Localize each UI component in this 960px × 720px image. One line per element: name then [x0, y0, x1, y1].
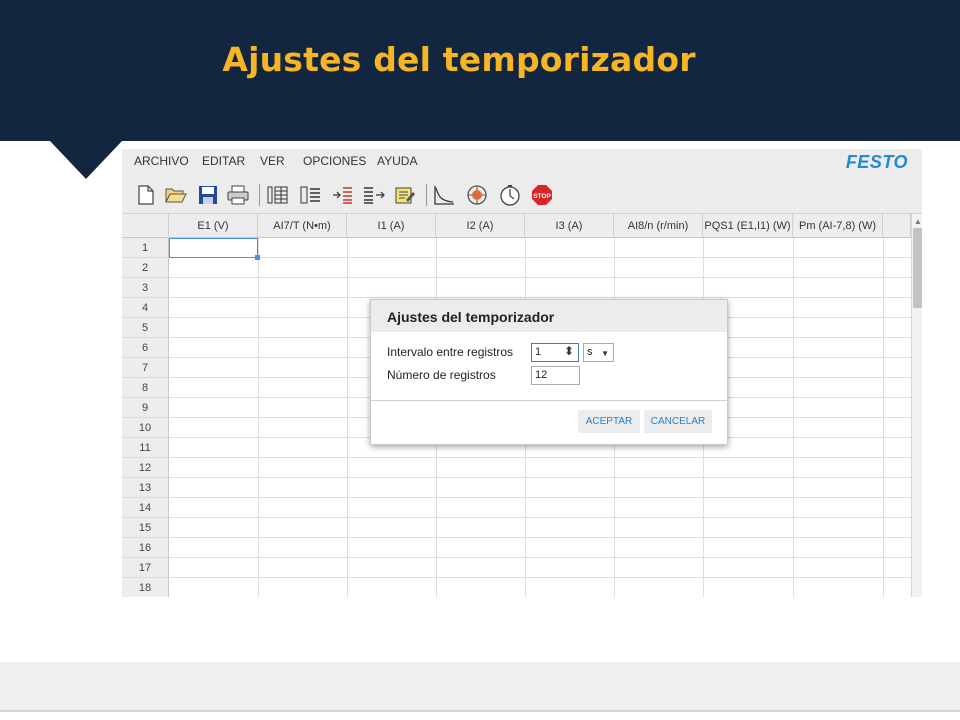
dialog-divider: [371, 400, 727, 401]
row-number[interactable]: 15: [122, 518, 169, 538]
list-icon[interactable]: [299, 183, 323, 207]
unit-select[interactable]: s ▼: [583, 343, 614, 362]
menu-bar: ARCHIVO EDITAR VER OPCIONES AYUDA FESTO: [122, 149, 922, 176]
menu-ayuda[interactable]: AYUDA: [377, 154, 417, 168]
column-header[interactable]: Pm (AI-7,8) (W): [793, 214, 883, 238]
open-folder-icon[interactable]: [164, 183, 188, 207]
timer-icon[interactable]: [498, 183, 522, 207]
row-number[interactable]: 10: [122, 418, 169, 438]
unit-value: s: [587, 346, 593, 358]
row-number[interactable]: 16: [122, 538, 169, 558]
menu-editar[interactable]: EDITAR: [202, 154, 245, 168]
row-number[interactable]: 9: [122, 398, 169, 418]
chevron-down-icon: ▼: [601, 349, 609, 358]
table-row[interactable]: [169, 538, 911, 558]
column-header[interactable]: I2 (A): [436, 214, 525, 238]
row-number[interactable]: 8: [122, 378, 169, 398]
row-number[interactable]: 12: [122, 458, 169, 478]
import-icon[interactable]: [331, 183, 355, 207]
column-header[interactable]: E1 (V): [169, 214, 258, 238]
edit-icon[interactable]: [393, 183, 417, 207]
column-header[interactable]: I3 (A): [525, 214, 614, 238]
grid-line: [883, 238, 884, 597]
grid-line: [347, 238, 348, 597]
table-row[interactable]: [169, 278, 911, 298]
scrollbar-thumb[interactable]: [913, 228, 922, 308]
grid-header: E1 (V) AI7/T (N•m) I1 (A) I2 (A) I3 (A) …: [122, 214, 922, 238]
interval-label: Intervalo entre registros: [387, 345, 514, 359]
stop-icon[interactable]: STOP: [530, 183, 554, 207]
grid-line: [793, 238, 794, 597]
count-label: Número de registros: [387, 368, 496, 382]
row-number[interactable]: 18: [122, 578, 169, 597]
accept-button[interactable]: ACEPTAR: [578, 410, 640, 433]
scroll-up-icon[interactable]: ▲: [914, 217, 922, 226]
table-row[interactable]: [169, 478, 911, 498]
spinner-up-down-icon[interactable]: ⬍: [564, 343, 574, 360]
count-value: 12: [535, 369, 548, 381]
row-number[interactable]: 3: [122, 278, 169, 298]
dialog-title: Ajustes del temporizador: [387, 309, 555, 325]
dialog-header: Ajustes del temporizador: [371, 300, 727, 332]
table-row[interactable]: [169, 578, 911, 597]
cancel-button[interactable]: CANCELAR: [644, 410, 712, 433]
column-header-empty: [883, 214, 911, 238]
columns-icon[interactable]: [266, 183, 290, 207]
row-number[interactable]: 13: [122, 478, 169, 498]
menu-ver[interactable]: VER: [260, 154, 285, 168]
fill-handle[interactable]: [255, 255, 260, 260]
festo-logo: FESTO: [845, 152, 908, 172]
toolbar-separator: [259, 184, 260, 206]
column-header[interactable]: I1 (A): [347, 214, 436, 238]
row-number[interactable]: 14: [122, 498, 169, 518]
interval-value: 1: [535, 346, 542, 358]
print-icon[interactable]: [226, 183, 250, 207]
new-file-icon[interactable]: [134, 183, 158, 207]
column-header[interactable]: PQS1 (E1,I1) (W): [703, 214, 793, 238]
banner-notch: [50, 141, 122, 179]
table-row[interactable]: [169, 558, 911, 578]
row-number[interactable]: 7: [122, 358, 169, 378]
toolbar-separator: [426, 184, 427, 206]
save-icon[interactable]: [196, 183, 220, 207]
column-header[interactable]: AI8/n (r/min): [614, 214, 703, 238]
column-header[interactable]: AI7/T (N•m): [258, 214, 347, 238]
row-number[interactable]: 1: [122, 238, 169, 258]
count-input[interactable]: 12: [531, 366, 580, 385]
slide-title: Ajustes del temporizador: [222, 40, 696, 79]
row-number[interactable]: 2: [122, 258, 169, 278]
row-number[interactable]: 11: [122, 438, 169, 458]
stop-icon-label: STOP: [533, 193, 551, 200]
chart-icon[interactable]: [432, 183, 456, 207]
row-number[interactable]: 6: [122, 338, 169, 358]
row-number[interactable]: 4: [122, 298, 169, 318]
slide-footer: [0, 662, 960, 712]
table-row[interactable]: [169, 458, 911, 478]
measure-icon[interactable]: [465, 183, 489, 207]
table-row[interactable]: [169, 258, 911, 278]
table-row[interactable]: [169, 238, 911, 258]
vertical-scrollbar[interactable]: ▲: [911, 214, 922, 597]
timer-settings-dialog: Ajustes del temporizador Intervalo entre…: [370, 299, 728, 445]
selected-cell[interactable]: [169, 238, 258, 258]
toolbar: STOP: [122, 176, 922, 214]
interval-input[interactable]: 1 ⬍: [531, 343, 579, 362]
table-row[interactable]: [169, 518, 911, 538]
menu-opciones[interactable]: OPCIONES: [303, 154, 366, 168]
export-icon[interactable]: [362, 183, 386, 207]
grid-line: [258, 238, 259, 597]
row-number[interactable]: 5: [122, 318, 169, 338]
corner-header: [122, 214, 169, 238]
menu-archivo[interactable]: ARCHIVO: [134, 154, 189, 168]
table-row[interactable]: [169, 498, 911, 518]
row-number[interactable]: 17: [122, 558, 169, 578]
